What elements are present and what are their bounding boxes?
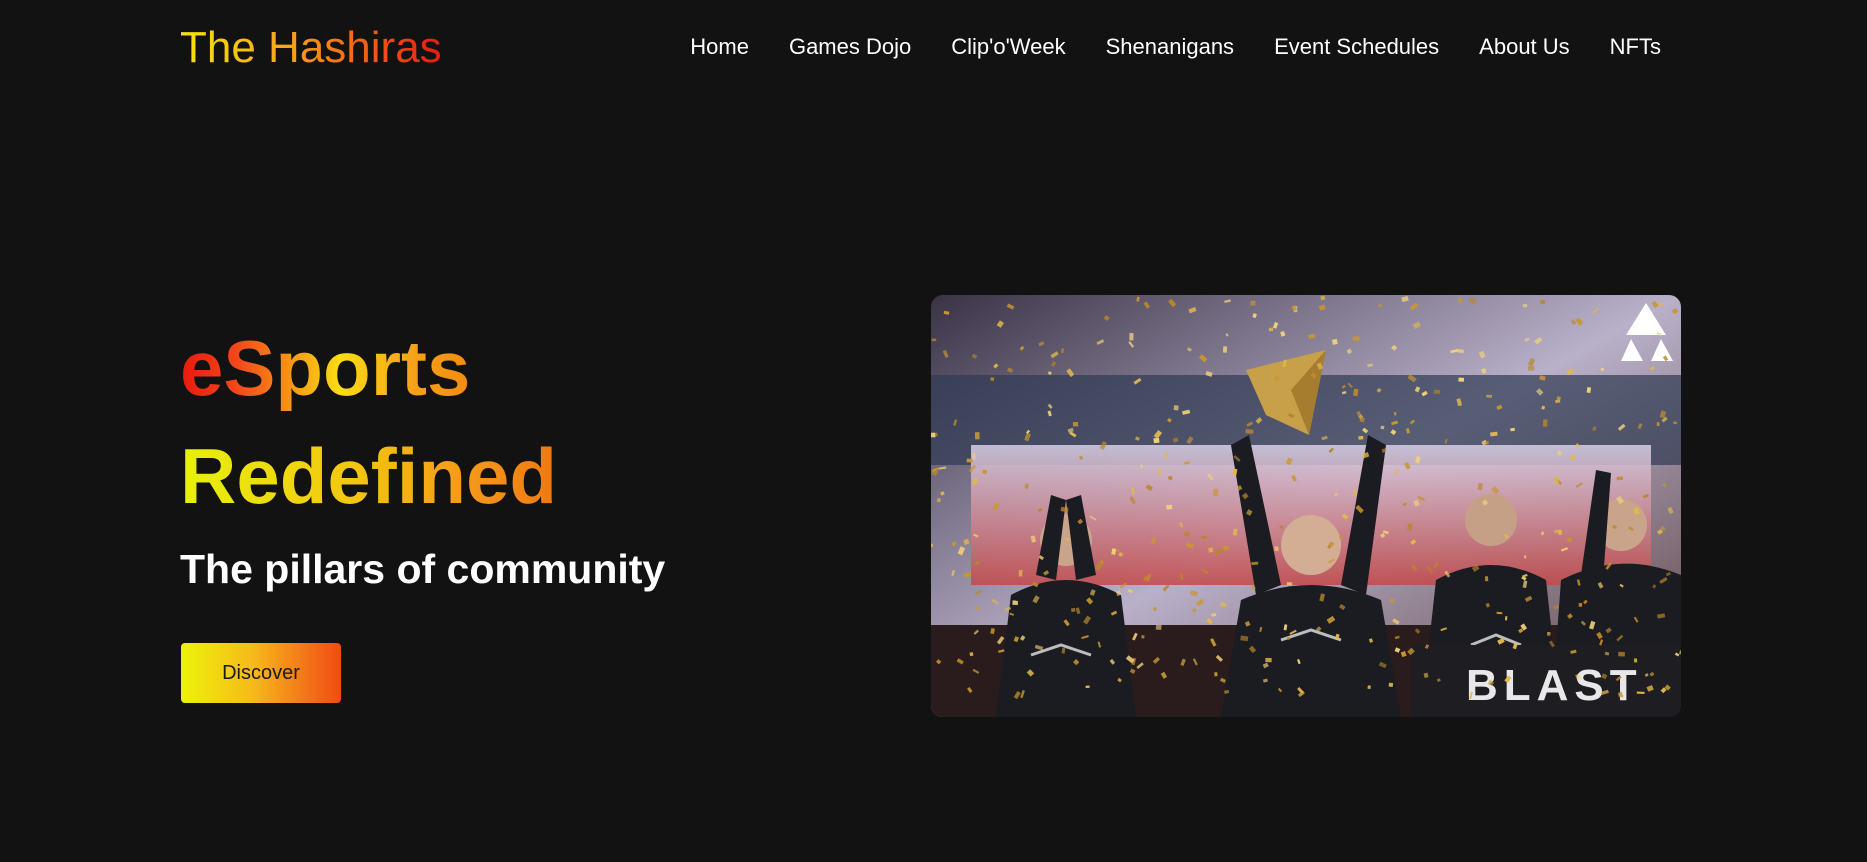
nav-list: Home Games Dojo Clip'o'Week Shenanigans … [690, 28, 1661, 66]
nav-link-about-us[interactable]: About Us [1479, 34, 1570, 59]
nav-item-event-schedules: Event Schedules [1274, 28, 1439, 66]
nav-link-clip-o-week[interactable]: Clip'o'Week [951, 34, 1065, 59]
nav-link-shenanigans[interactable]: Shenanigans [1106, 34, 1234, 59]
hero-title-line-1: eSports [180, 324, 471, 412]
nav-item-about-us: About Us [1479, 28, 1570, 66]
discover-button[interactable]: Discover [181, 643, 341, 703]
hero-image: BLAST [931, 295, 1681, 717]
site-logo[interactable]: The Hashiras [180, 20, 442, 76]
nav-link-games-dojo[interactable]: Games Dojo [789, 34, 911, 59]
blast-banner-text: BLAST [1466, 661, 1643, 710]
nav-item-games-dojo: Games Dojo [789, 28, 911, 66]
page: The Hashiras Home Games Dojo Clip'o'Week… [0, 0, 1867, 862]
hero-title-line-2: Redefined [180, 432, 558, 520]
nav-item-clip-o-week: Clip'o'Week [951, 28, 1065, 66]
nav-link-home[interactable]: Home [690, 34, 749, 59]
hero-subtitle: The pillars of community [180, 546, 666, 592]
nav-item-nfts: NFTs [1610, 28, 1661, 66]
celebration-photo: BLAST [931, 295, 1681, 717]
nav-item-shenanigans: Shenanigans [1106, 28, 1234, 66]
nav-item-home: Home [690, 28, 749, 66]
nav-link-event-schedules[interactable]: Event Schedules [1274, 34, 1439, 59]
nav-link-nfts[interactable]: NFTs [1610, 34, 1661, 59]
